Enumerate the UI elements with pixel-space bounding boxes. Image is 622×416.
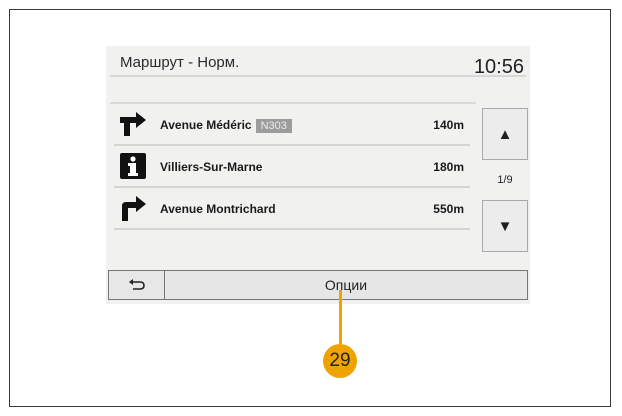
page-title: Маршрут - Норм. <box>120 54 240 71</box>
turn-right-icon <box>120 112 146 136</box>
options-button[interactable]: Опции <box>165 271 527 299</box>
callout-leader-line <box>339 290 342 344</box>
turn-right-arrow-icon <box>122 196 146 221</box>
street-label: Avenue Médéric <box>160 118 252 132</box>
page-indicator: 1/9 <box>497 174 513 186</box>
row-divider <box>114 228 470 230</box>
distance: 550m <box>433 202 464 216</box>
route-row[interactable]: Avenue Médéric N303 140m <box>112 104 470 146</box>
title-divider <box>110 75 526 77</box>
road-badge: N303 <box>255 119 292 133</box>
route-row[interactable]: Avenue Montrichard 550m <box>112 188 470 230</box>
street-name: Avenue Montrichard <box>160 202 276 216</box>
back-button[interactable] <box>109 271 165 299</box>
arrow-down-icon: ▼ <box>497 217 513 235</box>
distance: 180m <box>433 160 464 174</box>
route-row[interactable]: Villiers-Sur-Marne 180m <box>112 146 470 188</box>
info-icon <box>120 153 146 179</box>
nav-screen: Маршрут - Норм. 10:56 Avenue Médéric N303… <box>106 46 530 304</box>
street-name: Avenue Médéric N303 <box>160 118 292 133</box>
callout-badge: 29 <box>323 344 357 378</box>
arrow-up-icon: ▲ <box>497 125 513 143</box>
distance: 140m <box>433 118 464 132</box>
scroll-up-button[interactable]: ▲ <box>482 108 528 160</box>
street-name: Villiers-Sur-Marne <box>160 160 263 174</box>
back-icon <box>128 279 145 290</box>
bottom-bar: Опции <box>108 270 528 300</box>
scroll-down-button[interactable]: ▼ <box>482 200 528 252</box>
